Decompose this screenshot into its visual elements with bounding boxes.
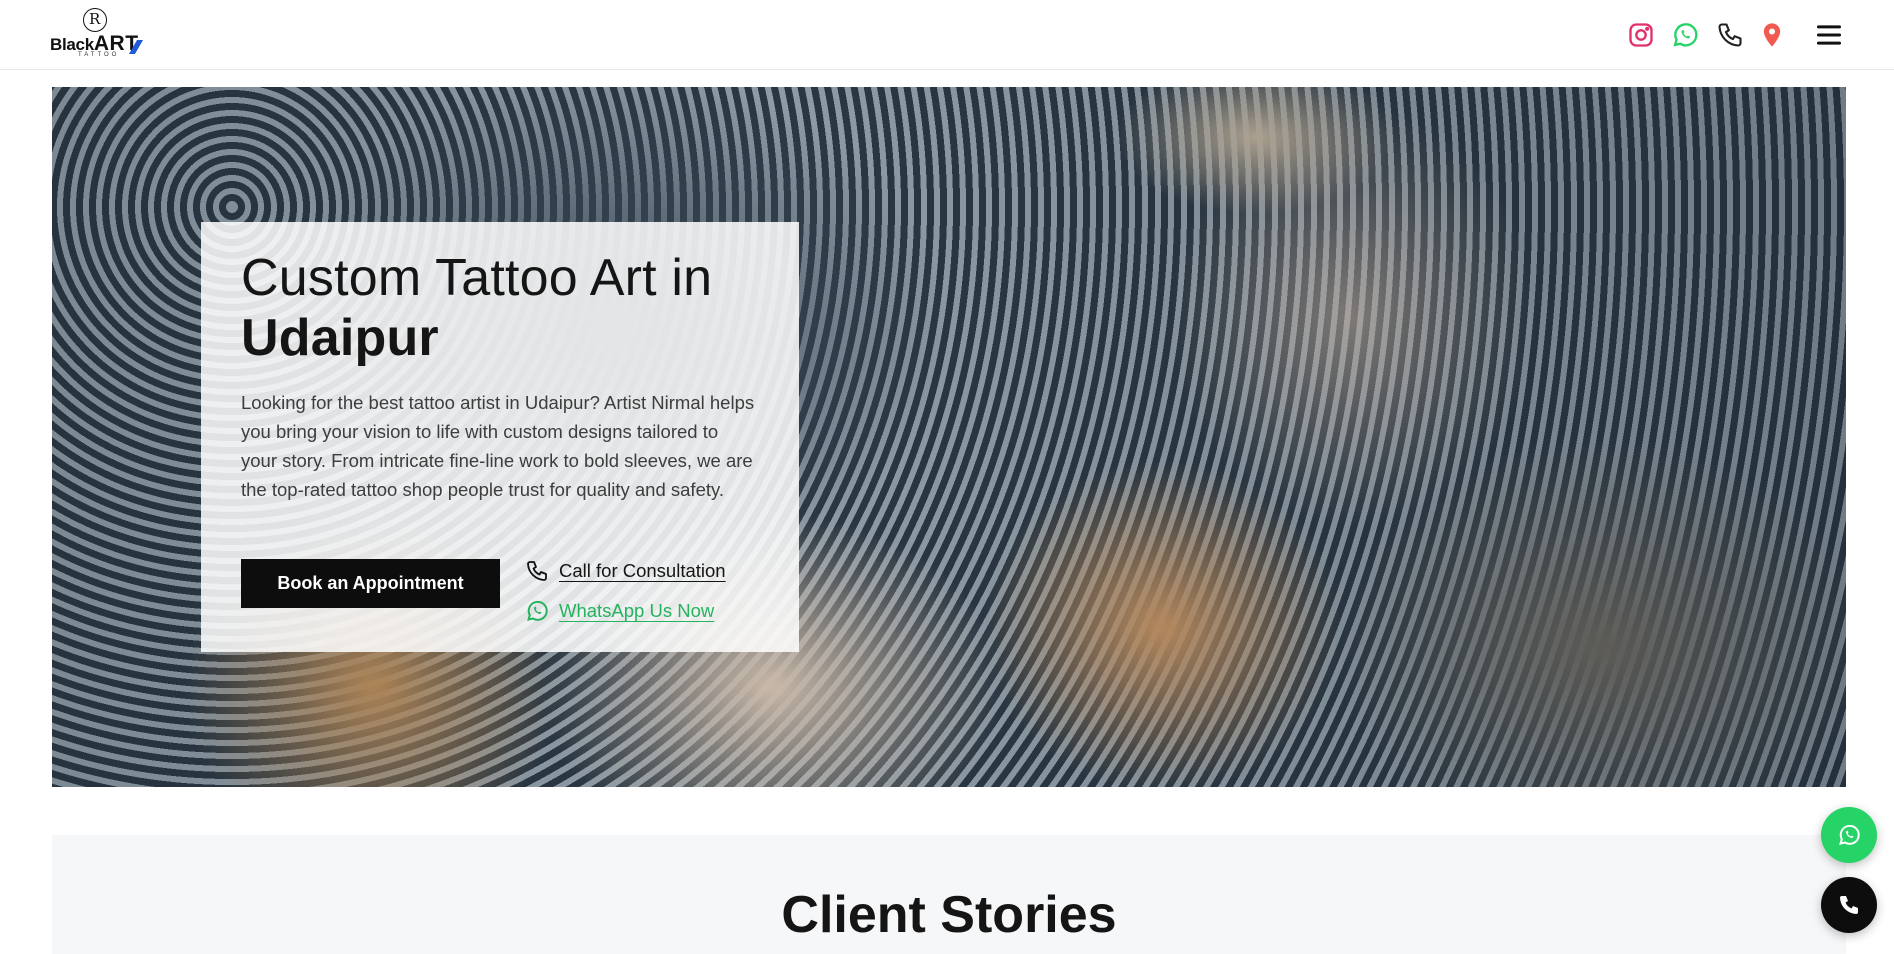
whatsapp-us-link[interactable]: WhatsApp Us Now <box>525 599 714 623</box>
whatsapp-icon[interactable] <box>1668 18 1702 52</box>
hero-description: Looking for the best tattoo artist in Ud… <box>241 392 755 500</box>
whatsapp-icon <box>1839 824 1860 845</box>
hero-title: Custom Tattoo Art in Udaipur <box>241 248 759 368</box>
book-appointment-button[interactable]: Book an Appointment <box>241 559 500 608</box>
hero-card: Custom Tattoo Art in Udaipur Looking for… <box>201 222 799 652</box>
site-header: BlackART TATTOO <box>0 0 1894 70</box>
phone-icon <box>527 561 547 581</box>
header-icon-bar <box>1624 18 1894 52</box>
floating-whatsapp-button[interactable] <box>1821 807 1877 863</box>
call-consultation-link[interactable]: Call for Consultation <box>525 559 726 583</box>
location-pin-icon[interactable] <box>1755 18 1789 52</box>
logo-mark <box>83 8 107 32</box>
hero-title-line1: Custom Tattoo Art in <box>241 249 713 307</box>
call-consultation-label: Call for Consultation <box>559 560 726 581</box>
floating-call-button[interactable] <box>1821 877 1877 933</box>
instagram-icon[interactable] <box>1624 18 1658 52</box>
hero-cta-row: Book an Appointment Call for Consultatio… <box>241 559 761 629</box>
phone-icon[interactable] <box>1713 18 1747 52</box>
client-stories-title: Client Stories <box>781 886 1117 944</box>
hero-title-line2: Udaipur <box>241 309 439 367</box>
hamburger-menu-icon[interactable] <box>1812 18 1846 52</box>
logo-subtitle: TATTOO <box>78 52 120 58</box>
hero-section: Custom Tattoo Art in Udaipur Looking for… <box>52 87 1846 787</box>
phone-icon <box>1840 896 1858 914</box>
whatsapp-icon <box>527 600 548 621</box>
whatsapp-us-label: WhatsApp Us Now <box>559 600 715 621</box>
client-stories-section: Client Stories <box>52 835 1846 954</box>
black-art-tattoo-logo[interactable]: BlackART TATTOO <box>50 8 144 60</box>
